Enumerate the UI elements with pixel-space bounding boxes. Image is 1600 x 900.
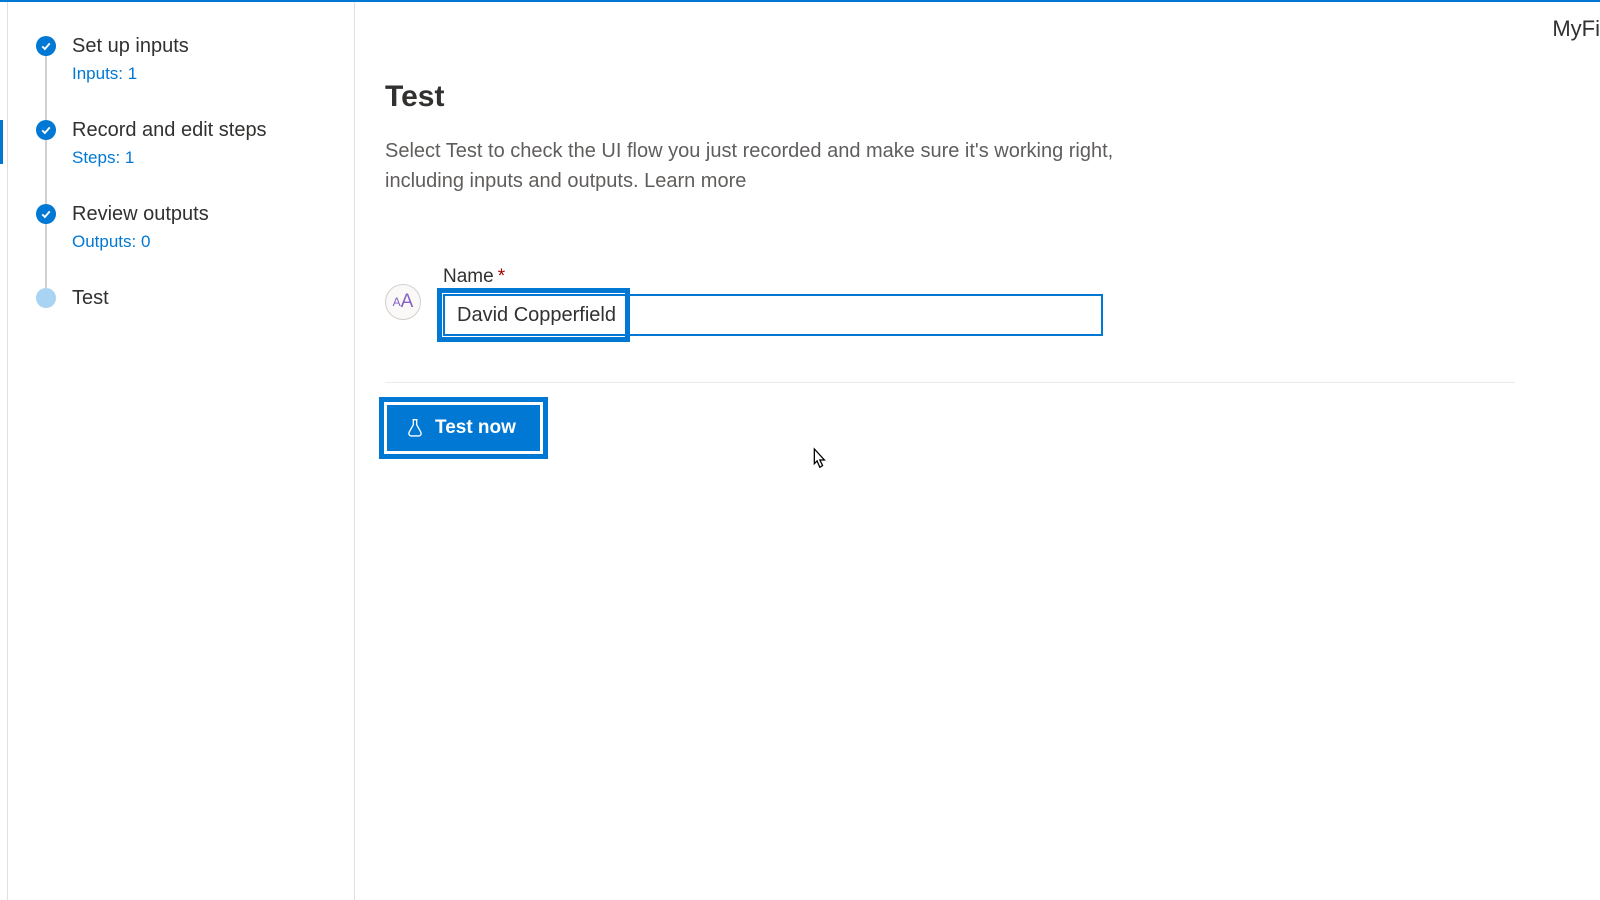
- flask-icon: [405, 418, 425, 438]
- page-description-text: Select Test to check the UI flow you jus…: [385, 140, 1113, 192]
- learn-more-link[interactable]: Learn more: [644, 170, 746, 192]
- step-connector-line: [45, 224, 47, 288]
- check-circle-icon: [36, 204, 56, 224]
- section-divider: [385, 382, 1515, 383]
- test-now-button-highlight: Test now: [379, 397, 548, 459]
- wizard-step-set-up-inputs[interactable]: Set up inputs Inputs: 1: [36, 34, 354, 118]
- wizard-step-title: Set up inputs: [72, 34, 354, 58]
- actions-bar: Test now: [379, 397, 1515, 459]
- page-title: Test: [385, 80, 1515, 114]
- wizard-step-title: Test: [72, 286, 354, 310]
- content-area: Test Select Test to check the UI flow yo…: [355, 2, 1555, 459]
- wizard-step-record-edit[interactable]: Record and edit steps Steps: 1: [36, 118, 354, 202]
- input-field-block: AA Name*: [385, 266, 1515, 336]
- main-panel: MyFi Test Select Test to check the UI fl…: [355, 2, 1600, 900]
- left-rail-active-indicator: [0, 120, 3, 164]
- page-description: Select Test to check the UI flow you jus…: [385, 136, 1125, 196]
- wizard-step-review-outputs[interactable]: Review outputs Outputs: 0: [36, 202, 354, 286]
- wizard-step-list: Set up inputs Inputs: 1 Record and edit …: [8, 34, 354, 344]
- wizard-step-subtitle: Inputs: 1: [72, 64, 354, 84]
- name-field-label: Name*: [443, 266, 1515, 288]
- text-input-type-icon: AA: [385, 284, 421, 320]
- name-input-wrapper: [443, 294, 1103, 336]
- wizard-step-subtitle: Outputs: 0: [72, 232, 354, 252]
- required-asterisk: *: [498, 266, 505, 287]
- wizard-step-subtitle: Steps: 1: [72, 148, 354, 168]
- left-nav-rail: [0, 2, 8, 900]
- wizard-step-test[interactable]: Test: [36, 286, 354, 344]
- name-input[interactable]: [443, 294, 1103, 336]
- check-circle-icon: [36, 120, 56, 140]
- test-now-button[interactable]: Test now: [387, 405, 540, 451]
- test-now-button-label: Test now: [435, 417, 516, 439]
- wizard-steps-sidebar: Set up inputs Inputs: 1 Record and edit …: [8, 2, 355, 900]
- check-circle-icon: [36, 36, 56, 56]
- wizard-step-title: Record and edit steps: [72, 118, 354, 142]
- field-inner: Name*: [443, 266, 1515, 336]
- step-connector-line: [45, 140, 47, 204]
- flow-name-label: MyFi: [1552, 16, 1600, 42]
- wizard-step-title: Review outputs: [72, 202, 354, 226]
- step-connector-line: [45, 56, 47, 120]
- current-step-dot-icon: [36, 288, 56, 308]
